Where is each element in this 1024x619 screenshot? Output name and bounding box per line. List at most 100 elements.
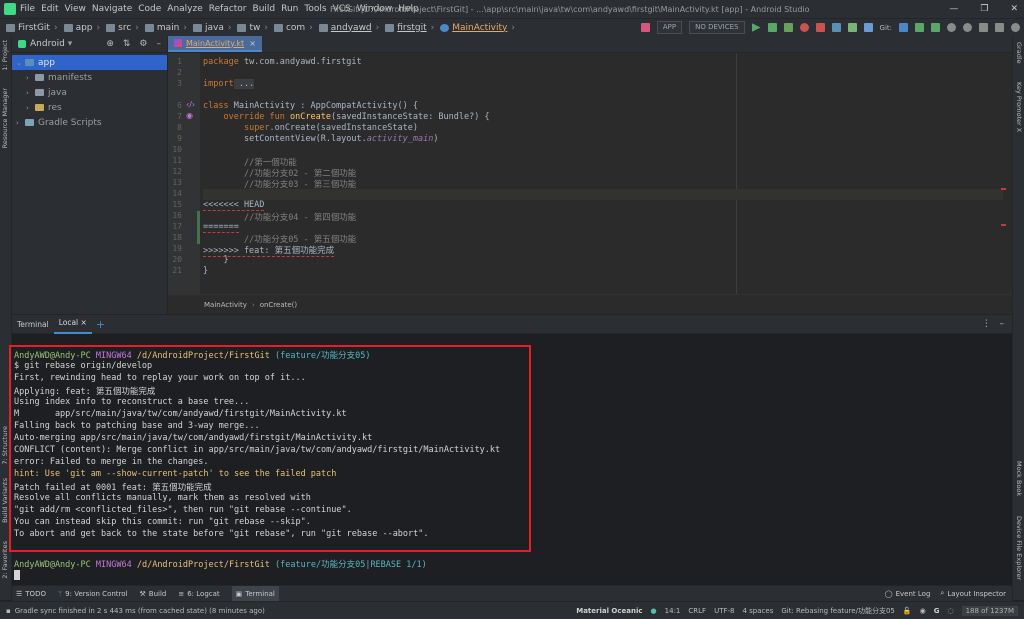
tree-item-res[interactable]: › res [12, 100, 167, 115]
menu-edit[interactable]: Edit [41, 4, 58, 14]
search-icon[interactable] [1011, 23, 1020, 32]
override-gutter-icon[interactable]: ◉ [186, 111, 193, 120]
menu-view[interactable]: View [65, 4, 86, 14]
nav-crumb-java[interactable]: java › [192, 23, 231, 33]
tool-version-control[interactable]: ᛘ 9: Version Control [58, 590, 128, 598]
tab-local[interactable]: Local × [53, 314, 92, 334]
notification-icon[interactable]: ◌ [947, 607, 953, 615]
device-dropdown[interactable]: NO DEVICES [689, 21, 745, 34]
run-icon[interactable] [751, 23, 761, 32]
indent-setting[interactable]: 4 spaces [742, 607, 773, 615]
class-gutter-icon[interactable]: ‹/› [186, 100, 195, 109]
nav-crumb-com[interactable]: com › [273, 23, 313, 33]
nav-crumb-firstgit[interactable]: FirstGit › [6, 23, 58, 33]
git-branch-status[interactable]: Git: Rebasing feature/功能分支05 [781, 606, 895, 616]
menu-file[interactable]: File [20, 4, 35, 14]
tool-logcat[interactable]: ≡ 6: Logcat [178, 590, 219, 598]
theme-indicator[interactable]: Material Oceanic [576, 607, 642, 615]
resource-manager-tab[interactable]: Resource Manager [1, 88, 9, 148]
status-message[interactable]: Gradle sync finished in 2 s 443 ms (from… [15, 607, 265, 615]
tool-build[interactable]: ⚒ Build [139, 590, 166, 598]
collapse-icon[interactable]: ⇅ [123, 39, 131, 49]
mock-book-tab[interactable]: Mock Book [1015, 461, 1023, 496]
git-push-icon[interactable] [931, 23, 940, 32]
nav-crumb-mainactivity[interactable]: MainActivity › [440, 23, 515, 33]
error-stripe-marker[interactable] [1001, 224, 1006, 226]
menu-refactor[interactable]: Refactor [209, 4, 247, 14]
close-window-button[interactable]: ✕ [1010, 4, 1018, 14]
chevron-down-icon[interactable]: ▾ [68, 39, 73, 49]
menu-code[interactable]: Code [138, 4, 161, 14]
sdk-manager-icon[interactable] [863, 23, 873, 32]
menu-analyze[interactable]: Analyze [167, 4, 202, 14]
chevron-right-icon[interactable]: › [16, 119, 25, 127]
line-separator[interactable]: CRLF [688, 607, 706, 615]
chevron-down-icon[interactable]: ⌄ [16, 59, 25, 67]
git-update-icon[interactable] [899, 23, 908, 32]
tree-item-gradle-scripts[interactable]: › Gradle Scripts [12, 115, 167, 130]
favorites-tab[interactable]: 2: Favorites [1, 541, 9, 579]
nav-crumb-andyawd[interactable]: andyawd › [318, 23, 379, 33]
tool-todo[interactable]: ☰ TODO [16, 590, 46, 598]
tool-terminal[interactable]: ▣ Terminal [231, 585, 279, 602]
profiler-icon[interactable] [815, 23, 825, 32]
new-terminal-icon[interactable]: + [96, 318, 105, 331]
run-config-dropdown[interactable]: APP [656, 21, 683, 34]
build-variants-tab[interactable]: Build Variants [1, 478, 9, 523]
close-icon[interactable]: × [249, 39, 256, 48]
sync-icon[interactable] [831, 23, 841, 32]
project-tool-tab[interactable]: 1: Project [1, 40, 9, 71]
rollback-icon[interactable] [963, 23, 972, 32]
chevron-right-icon[interactable]: › [26, 74, 35, 82]
history-icon[interactable] [947, 23, 956, 32]
tree-item-app[interactable]: ⌄ app [12, 55, 167, 70]
more-options-icon[interactable]: ⋮ – [982, 319, 1004, 329]
error-stripe-marker[interactable] [1001, 188, 1006, 190]
nav-crumb-firstgit-package[interactable]: firstgit › [385, 23, 434, 33]
tree-item-java[interactable]: › java [12, 85, 167, 100]
structure-tab[interactable]: 7: Structure [1, 426, 9, 465]
nav-crumb-app[interactable]: app › [63, 23, 100, 33]
stop-icon[interactable] [799, 23, 809, 32]
settings-icon[interactable] [979, 23, 988, 32]
breadcrumb-class[interactable]: MainActivity [204, 301, 247, 309]
memory-indicator[interactable]: 188 of 1237M [961, 605, 1018, 616]
menu-navigate[interactable]: Navigate [92, 4, 132, 14]
chevron-right-icon[interactable]: › [26, 104, 35, 112]
menu-run[interactable]: Run [281, 4, 298, 14]
nav-crumb-src[interactable]: src › [106, 23, 139, 33]
device-file-explorer-tab[interactable]: Device File Explorer [1015, 516, 1023, 580]
debug-icon[interactable] [767, 23, 777, 32]
file-encoding[interactable]: UTF-8 [714, 607, 734, 615]
avd-manager-icon[interactable] [847, 23, 857, 32]
minimize-button[interactable]: — [949, 4, 958, 14]
apply-changes-icon[interactable] [783, 23, 793, 32]
tree-item-manifests[interactable]: › manifests [12, 70, 167, 85]
menu-tools[interactable]: Tools [304, 4, 326, 14]
gradle-tab[interactable]: Gradle [1015, 42, 1023, 64]
lock-icon[interactable]: 🔓 [903, 607, 912, 615]
git-commit-icon[interactable] [915, 23, 924, 32]
status-icon[interactable]: ▪ [6, 607, 11, 615]
target-icon[interactable]: ⊕ [106, 39, 114, 49]
close-icon[interactable]: × [81, 318, 87, 327]
gear-icon[interactable]: ⚙ [139, 39, 147, 49]
breadcrumb-method[interactable]: onCreate() [260, 301, 297, 309]
nav-crumb-main[interactable]: main › [144, 23, 187, 33]
maximize-button[interactable]: ❐ [980, 4, 988, 14]
chevron-right-icon[interactable]: › [26, 89, 35, 97]
google-icon[interactable]: G [934, 607, 940, 615]
key-promoter-tab[interactable]: Key Promoter X [1015, 82, 1023, 132]
code-area[interactable]: package tw.com.andyawd.firstgit import .… [200, 53, 1003, 294]
project-view-dropdown[interactable]: Android [30, 39, 65, 49]
tool-layout-inspector[interactable]: ⌕ Layout Inspector [940, 589, 1006, 598]
nav-crumb-tw[interactable]: tw › [237, 23, 268, 33]
tab-mainactivity[interactable]: MainActivity.kt × [168, 36, 262, 52]
caret-position[interactable]: 14:1 [665, 607, 681, 615]
tool-event-log[interactable]: ◯ Event Log [885, 589, 931, 598]
hammer-icon[interactable] [640, 23, 650, 32]
inspection-icon[interactable]: ◉ [920, 607, 926, 615]
project-structure-icon[interactable] [995, 23, 1004, 32]
hide-icon[interactable]: – [157, 39, 162, 49]
menu-build[interactable]: Build [253, 4, 276, 14]
